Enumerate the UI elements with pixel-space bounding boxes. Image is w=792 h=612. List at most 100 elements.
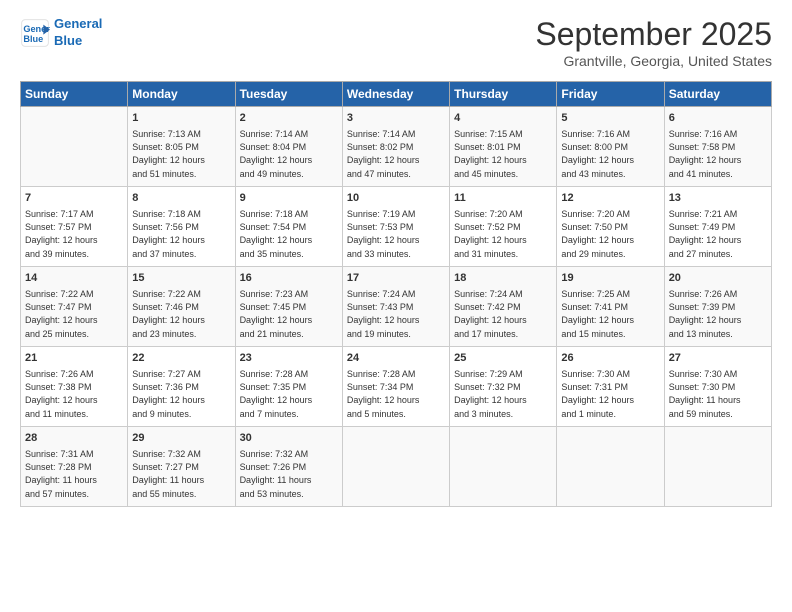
day-number: 22 — [132, 351, 230, 366]
cell-info: Sunrise: 7:32 AM Sunset: 7:27 PM Dayligh… — [132, 448, 230, 500]
cell-info: Sunrise: 7:20 AM Sunset: 7:52 PM Dayligh… — [454, 208, 552, 260]
column-header-tuesday: Tuesday — [235, 82, 342, 107]
calendar-cell: 6 Sunrise: 7:16 AM Sunset: 7:58 PM Daylig… — [664, 107, 771, 187]
day-number: 15 — [132, 271, 230, 286]
week-row-4: 21 Sunrise: 7:26 AM Sunset: 7:38 PM Dayli… — [21, 347, 772, 427]
cell-info: Sunrise: 7:16 AM Sunset: 7:58 PM Dayligh… — [669, 128, 767, 180]
calendar-cell: 28 Sunrise: 7:31 AM Sunset: 7:28 PM Dayli… — [21, 427, 128, 507]
day-number: 6 — [669, 111, 767, 126]
column-header-sunday: Sunday — [21, 82, 128, 107]
calendar-cell: 26 Sunrise: 7:30 AM Sunset: 7:31 PM Dayli… — [557, 347, 664, 427]
week-row-2: 7Sunrise: 7:17 AM Sunset: 7:57 PM Daylig… — [21, 187, 772, 267]
calendar-cell: 17 Sunrise: 7:24 AM Sunset: 7:43 PM Dayli… — [342, 267, 449, 347]
column-header-wednesday: Wednesday — [342, 82, 449, 107]
cell-info: Sunrise: 7:18 AM Sunset: 7:54 PM Dayligh… — [240, 208, 338, 260]
logo-icon: General Blue — [20, 18, 50, 48]
cell-info: Sunrise: 7:32 AM Sunset: 7:26 PM Dayligh… — [240, 448, 338, 500]
page-container: General Blue General Blue September 2025… — [0, 0, 792, 517]
week-row-5: 28 Sunrise: 7:31 AM Sunset: 7:28 PM Dayli… — [21, 427, 772, 507]
calendar-cell: 8 Sunrise: 7:18 AM Sunset: 7:56 PM Daylig… — [128, 187, 235, 267]
calendar-cell — [450, 427, 557, 507]
calendar-cell: 13Sunrise: 7:21 AM Sunset: 7:49 PM Dayli… — [664, 187, 771, 267]
day-number: 26 — [561, 351, 659, 366]
cell-info: Sunrise: 7:17 AM Sunset: 7:57 PM Dayligh… — [25, 208, 123, 260]
day-number: 19 — [561, 271, 659, 286]
cell-info: Sunrise: 7:22 AM Sunset: 7:47 PM Dayligh… — [25, 288, 123, 340]
title-block: September 2025 Grantville, Georgia, Unit… — [535, 16, 772, 69]
day-number: 30 — [240, 431, 338, 446]
calendar-body: 1 Sunrise: 7:13 AM Sunset: 8:05 PM Daylig… — [21, 107, 772, 507]
cell-info: Sunrise: 7:30 AM Sunset: 7:30 PM Dayligh… — [669, 368, 767, 420]
calendar-cell — [557, 427, 664, 507]
day-number: 3 — [347, 111, 445, 126]
cell-info: Sunrise: 7:25 AM Sunset: 7:41 PM Dayligh… — [561, 288, 659, 340]
column-header-saturday: Saturday — [664, 82, 771, 107]
cell-info: Sunrise: 7:28 AM Sunset: 7:35 PM Dayligh… — [240, 368, 338, 420]
subtitle: Grantville, Georgia, United States — [535, 53, 772, 69]
header: General Blue General Blue September 2025… — [20, 16, 772, 69]
main-title: September 2025 — [535, 16, 772, 53]
calendar-cell: 15 Sunrise: 7:22 AM Sunset: 7:46 PM Dayli… — [128, 267, 235, 347]
column-header-friday: Friday — [557, 82, 664, 107]
day-number: 28 — [25, 431, 123, 446]
cell-info: Sunrise: 7:29 AM Sunset: 7:32 PM Dayligh… — [454, 368, 552, 420]
calendar-cell: 7Sunrise: 7:17 AM Sunset: 7:57 PM Daylig… — [21, 187, 128, 267]
day-number: 5 — [561, 111, 659, 126]
calendar-cell: 18Sunrise: 7:24 AM Sunset: 7:42 PM Dayli… — [450, 267, 557, 347]
cell-info: Sunrise: 7:27 AM Sunset: 7:36 PM Dayligh… — [132, 368, 230, 420]
day-number: 25 — [454, 351, 552, 366]
cell-info: Sunrise: 7:31 AM Sunset: 7:28 PM Dayligh… — [25, 448, 123, 500]
cell-info: Sunrise: 7:20 AM Sunset: 7:50 PM Dayligh… — [561, 208, 659, 260]
day-number: 2 — [240, 111, 338, 126]
calendar-cell: 16 Sunrise: 7:23 AM Sunset: 7:45 PM Dayli… — [235, 267, 342, 347]
day-number: 4 — [454, 111, 552, 126]
calendar-cell: 24 Sunrise: 7:28 AM Sunset: 7:34 PM Dayli… — [342, 347, 449, 427]
calendar-cell: 5 Sunrise: 7:16 AM Sunset: 8:00 PM Daylig… — [557, 107, 664, 187]
logo-text: General Blue — [54, 16, 102, 50]
cell-info: Sunrise: 7:23 AM Sunset: 7:45 PM Dayligh… — [240, 288, 338, 340]
day-number: 29 — [132, 431, 230, 446]
calendar-cell: 11 Sunrise: 7:20 AM Sunset: 7:52 PM Dayli… — [450, 187, 557, 267]
day-number: 18 — [454, 271, 552, 286]
day-number: 14 — [25, 271, 123, 286]
calendar-cell: 1 Sunrise: 7:13 AM Sunset: 8:05 PM Daylig… — [128, 107, 235, 187]
day-number: 27 — [669, 351, 767, 366]
column-header-thursday: Thursday — [450, 82, 557, 107]
day-number: 16 — [240, 271, 338, 286]
day-number: 24 — [347, 351, 445, 366]
calendar-table: SundayMondayTuesdayWednesdayThursdayFrid… — [20, 81, 772, 507]
cell-info: Sunrise: 7:28 AM Sunset: 7:34 PM Dayligh… — [347, 368, 445, 420]
week-row-3: 14 Sunrise: 7:22 AM Sunset: 7:47 PM Dayli… — [21, 267, 772, 347]
calendar-cell: 23 Sunrise: 7:28 AM Sunset: 7:35 PM Dayli… — [235, 347, 342, 427]
day-number: 23 — [240, 351, 338, 366]
column-header-monday: Monday — [128, 82, 235, 107]
calendar-cell — [664, 427, 771, 507]
cell-info: Sunrise: 7:18 AM Sunset: 7:56 PM Dayligh… — [132, 208, 230, 260]
day-number: 1 — [132, 111, 230, 126]
cell-info: Sunrise: 7:30 AM Sunset: 7:31 PM Dayligh… — [561, 368, 659, 420]
calendar-cell: 21 Sunrise: 7:26 AM Sunset: 7:38 PM Dayli… — [21, 347, 128, 427]
day-number: 10 — [347, 191, 445, 206]
calendar-cell: 19 Sunrise: 7:25 AM Sunset: 7:41 PM Dayli… — [557, 267, 664, 347]
cell-info: Sunrise: 7:26 AM Sunset: 7:38 PM Dayligh… — [25, 368, 123, 420]
logo-general: General — [54, 16, 102, 31]
day-number: 8 — [132, 191, 230, 206]
cell-info: Sunrise: 7:24 AM Sunset: 7:43 PM Dayligh… — [347, 288, 445, 340]
calendar-cell: 9 Sunrise: 7:18 AM Sunset: 7:54 PM Daylig… — [235, 187, 342, 267]
logo: General Blue General Blue — [20, 16, 102, 50]
calendar-cell: 10 Sunrise: 7:19 AM Sunset: 7:53 PM Dayli… — [342, 187, 449, 267]
day-number: 17 — [347, 271, 445, 286]
calendar-cell: 22 Sunrise: 7:27 AM Sunset: 7:36 PM Dayli… — [128, 347, 235, 427]
calendar-cell — [21, 107, 128, 187]
cell-info: Sunrise: 7:16 AM Sunset: 8:00 PM Dayligh… — [561, 128, 659, 180]
day-number: 20 — [669, 271, 767, 286]
cell-info: Sunrise: 7:19 AM Sunset: 7:53 PM Dayligh… — [347, 208, 445, 260]
day-number: 11 — [454, 191, 552, 206]
day-number: 21 — [25, 351, 123, 366]
day-number: 9 — [240, 191, 338, 206]
calendar-header-row: SundayMondayTuesdayWednesdayThursdayFrid… — [21, 82, 772, 107]
cell-info: Sunrise: 7:13 AM Sunset: 8:05 PM Dayligh… — [132, 128, 230, 180]
calendar-cell: 25 Sunrise: 7:29 AM Sunset: 7:32 PM Dayli… — [450, 347, 557, 427]
calendar-cell: 20Sunrise: 7:26 AM Sunset: 7:39 PM Dayli… — [664, 267, 771, 347]
cell-info: Sunrise: 7:22 AM Sunset: 7:46 PM Dayligh… — [132, 288, 230, 340]
